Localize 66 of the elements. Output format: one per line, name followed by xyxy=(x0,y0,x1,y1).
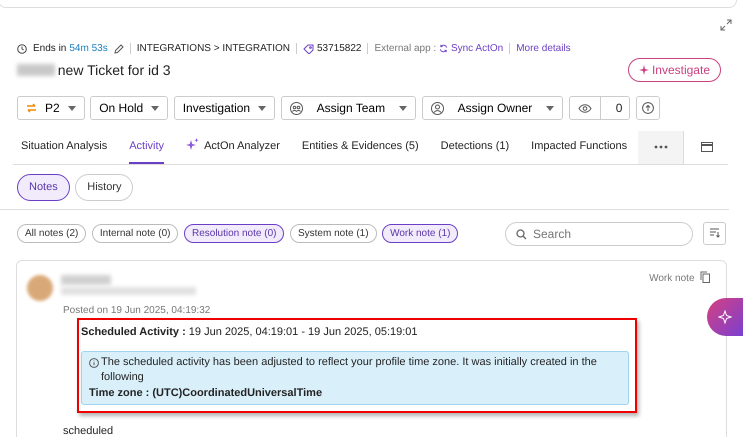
ticket-id: 53715822 xyxy=(316,42,362,56)
search-icon xyxy=(516,228,527,240)
countdown-text: 54m 53s xyxy=(69,42,108,56)
swap-arrows-icon xyxy=(26,103,37,113)
more-details-link[interactable]: More details xyxy=(516,41,571,56)
sort-button[interactable] xyxy=(703,222,726,245)
copy-icon[interactable] xyxy=(700,270,710,282)
caret-icon xyxy=(68,106,76,110)
edit-icon[interactable] xyxy=(114,44,124,54)
dropdown[interactable]: Assign Owner xyxy=(422,96,564,120)
timezone-text: Time zone : (UTC)CoordinatedUniversalTime xyxy=(89,386,324,401)
external-app-label: External app : xyxy=(374,42,436,56)
sparkle-icon xyxy=(718,310,732,324)
ticket-title: new Ticket for id 3 xyxy=(58,60,171,80)
eye-icon xyxy=(578,104,592,112)
category-path: INTEGRATIONS > INTEGRATION xyxy=(136,42,290,56)
redacted-text xyxy=(17,64,55,76)
investigate-button[interactable]: Investigate xyxy=(628,58,721,82)
dropdown[interactable]: On Hold xyxy=(90,96,168,120)
sync-icon xyxy=(439,44,448,53)
caret-icon xyxy=(546,106,554,110)
tab[interactable]: Entities & Evidences (5) xyxy=(302,132,419,164)
watchers-button[interactable]: 0 xyxy=(568,96,630,120)
info-icon xyxy=(89,358,99,368)
view-toggle[interactable]: Notes xyxy=(17,174,70,200)
tab[interactable]: Activity xyxy=(129,132,164,164)
note-type-label: Work note xyxy=(649,272,694,286)
sort-icon xyxy=(709,228,720,238)
filter-chip[interactable]: Internal note (0) xyxy=(92,224,178,243)
sparkle-icon xyxy=(186,138,200,150)
tab[interactable]: Situation Analysis xyxy=(21,132,108,164)
filter-chip[interactable]: All notes (2) xyxy=(17,224,86,243)
avatar xyxy=(27,274,53,300)
expand-icon[interactable] xyxy=(720,19,732,31)
tag-icon xyxy=(302,44,314,54)
ends-label: Ends in xyxy=(33,42,66,56)
dropdown[interactable]: P2 xyxy=(17,96,85,120)
user-icon xyxy=(430,102,444,114)
team-icon xyxy=(290,102,303,114)
tab[interactable]: Detections (1) xyxy=(440,132,510,164)
dropdown[interactable]: Assign Team xyxy=(280,96,416,120)
filter-chip[interactable]: Resolution note (0) xyxy=(184,224,284,243)
sync-link[interactable]: Sync ActOn xyxy=(439,41,504,56)
tab[interactable]: Impacted Functions xyxy=(531,132,628,164)
note-body: scheduled xyxy=(63,424,114,437)
caret-icon xyxy=(258,106,266,110)
posted-date: Posted on 19 Jun 2025, 04:19:32 xyxy=(63,304,212,318)
caret-icon xyxy=(399,106,408,110)
search-field[interactable]: Search xyxy=(505,222,693,246)
share-button[interactable] xyxy=(636,96,660,120)
ai-assistant-button[interactable] xyxy=(707,298,743,336)
caret-icon xyxy=(151,106,160,110)
sparkle-icon xyxy=(639,65,650,75)
tab[interactable]: ActOn Analyzer xyxy=(186,132,280,164)
filter-chip[interactable]: System note (1) xyxy=(290,224,377,243)
window-icon xyxy=(700,142,713,152)
clock-icon xyxy=(17,44,27,54)
upload-icon xyxy=(642,102,654,114)
info-text: The scheduled activity has been adjusted to reflect your profile time zone. It was initially created in the following xyxy=(101,355,598,386)
redacted-text xyxy=(61,274,111,284)
view-toggle[interactable]: History xyxy=(75,174,134,200)
ellipsis-icon xyxy=(654,145,668,150)
filter-chip[interactable]: Work note (1) xyxy=(382,224,458,243)
schedule-text: Scheduled Activity : 19 Jun 2025, 04:19:01 - 19 Jun 2025, 05:19:01 xyxy=(81,324,419,340)
dropdown[interactable]: Investigation xyxy=(174,96,276,120)
watcher-count: 0 xyxy=(614,100,624,117)
